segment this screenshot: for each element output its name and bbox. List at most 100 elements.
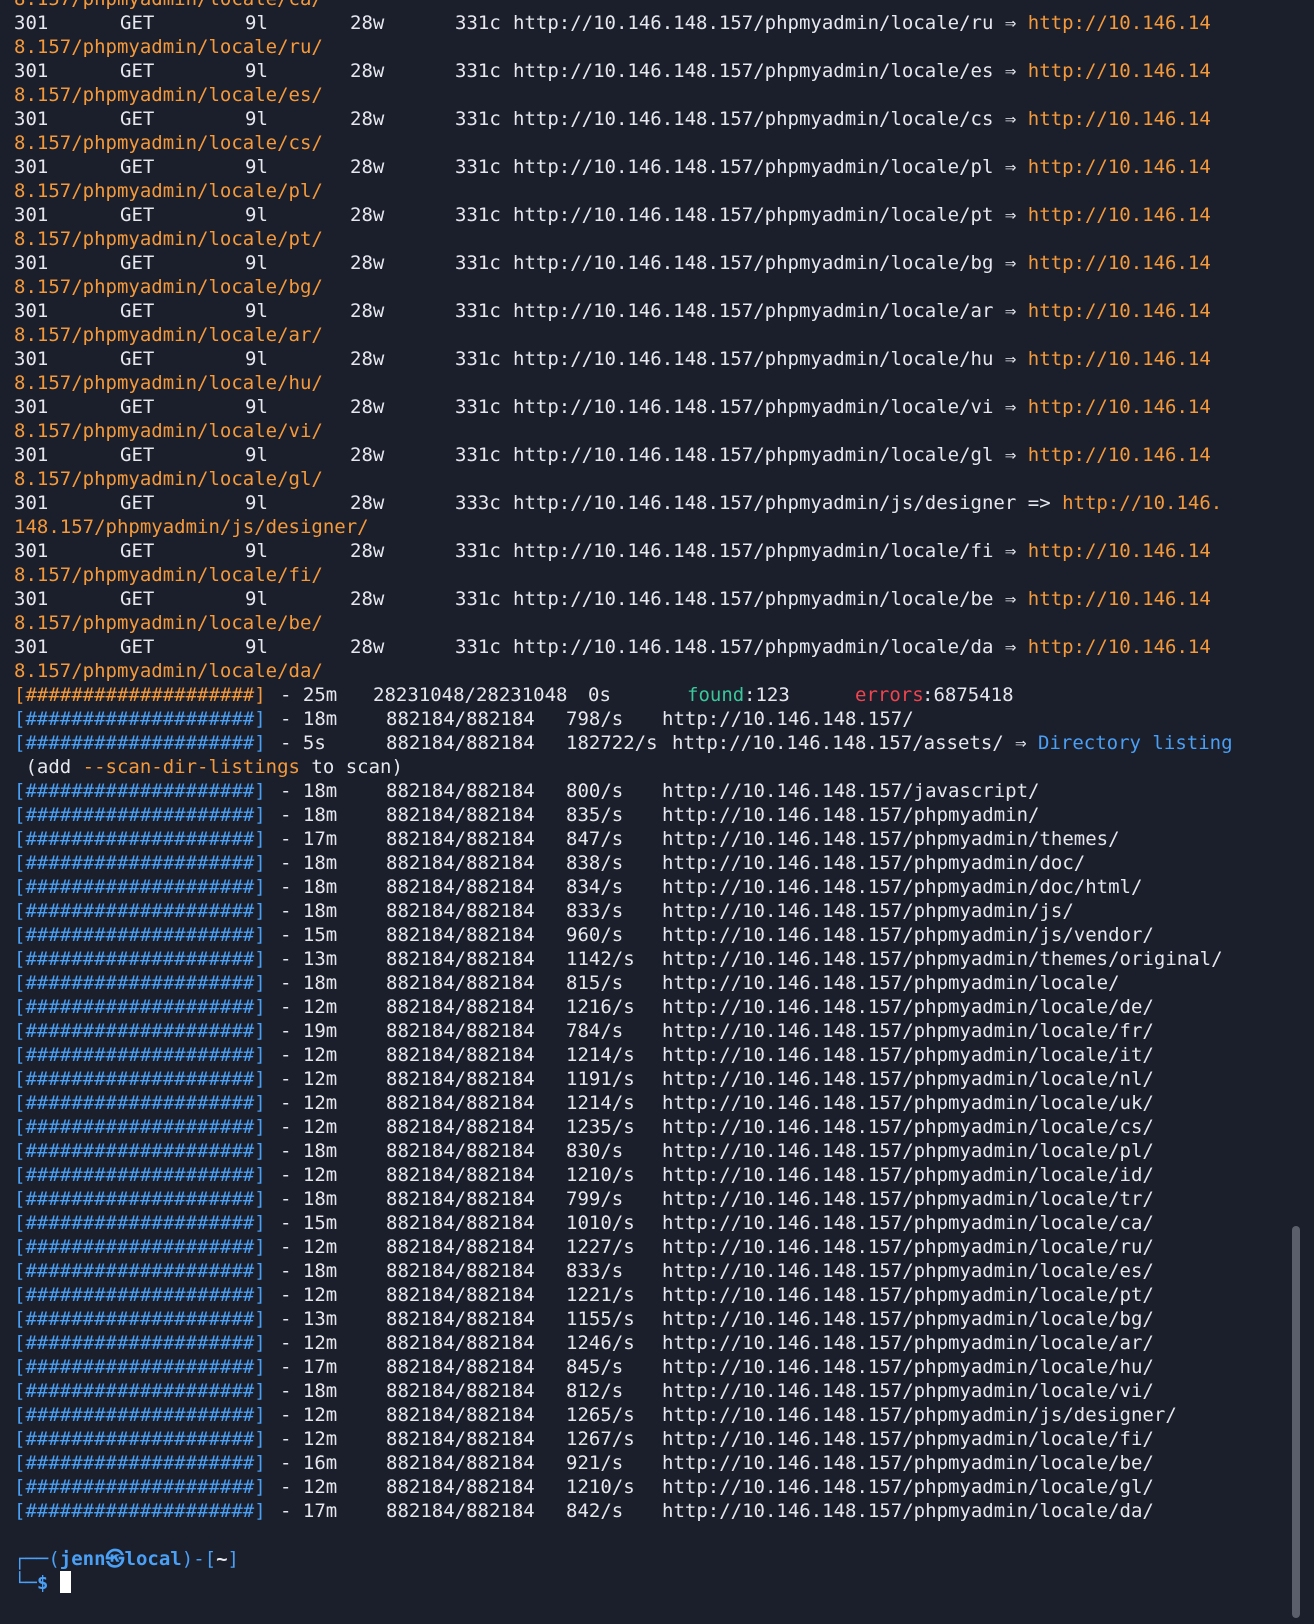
scan-url: http://10.146.148.157/phpmyadmin/locale/… (662, 1212, 1154, 1234)
progress-bar: [####################] (14, 804, 266, 826)
summary-row: [####################] - 25m 28231048/2823… (14, 683, 1300, 707)
progress-bar: [####################] (14, 1428, 266, 1450)
progress-count: 882184/882184 (386, 876, 535, 898)
redirect-target-tail: 8.157/phpmyadmin/locale/ar/ (14, 324, 323, 346)
request-url: http://10.146.148.157/phpmyadmin/locale/… (513, 444, 1211, 466)
word-count: 28w (350, 12, 385, 34)
scan-row: [####################] - 13m 882184/882184… (14, 1307, 1300, 1331)
http-method: GET (120, 108, 155, 130)
scan-row: [####################] - 12m 882184/882184… (14, 1163, 1300, 1187)
terminal-window[interactable]: 8.157/phpmyadmin/locale/ca/301 GET 9l 28w 33… (0, 0, 1300, 1624)
request-rate: 1235/s (566, 1116, 635, 1138)
char-count: 331c (455, 300, 501, 322)
progress-bar: [####################] (14, 1188, 266, 1210)
elapsed-time: - 12m (280, 1164, 338, 1186)
http-method: GET (120, 60, 155, 82)
scan-url: http://10.146.148.157/phpmyadmin/themes/ (662, 828, 1120, 850)
redirect-target-tail: 8.157/phpmyadmin/locale/ca/ (14, 0, 323, 10)
progress-bar: [####################] (14, 924, 266, 946)
progress-bar: [####################] (14, 1116, 266, 1138)
elapsed-time: - 18m (280, 972, 338, 994)
found-value: :123 (744, 684, 790, 706)
progress-count: 882184/882184 (386, 1020, 535, 1042)
scan-url: http://10.146.148.157/phpmyadmin/locale/… (662, 1284, 1154, 1306)
request-rate: 847/s (566, 828, 624, 850)
elapsed-time: - 16m (280, 1452, 338, 1474)
elapsed-time: - 12m (280, 996, 338, 1018)
elapsed-time: - 12m (280, 1332, 338, 1354)
prompt-host: local (124, 1548, 182, 1570)
request-rate: 815/s (566, 972, 624, 994)
scan-url: http://10.146.148.157/phpmyadmin/themes/… (662, 948, 1223, 970)
progress-bar: [####################] (14, 1476, 266, 1498)
progress-bar: [####################] (14, 1284, 266, 1306)
status-code: 301 (14, 252, 49, 274)
elapsed-time: - 13m (280, 948, 338, 970)
output-line: 8.157/phpmyadmin/locale/ca/ (14, 0, 1300, 11)
http-method: GET (120, 636, 155, 658)
redirect-row-wrap: 8.157/phpmyadmin/locale/ar/ (14, 323, 1300, 347)
redirect-row: 301 GET 9l 28w 331c http://10.146.148.157/php… (14, 203, 1300, 227)
scan-url: http://10.146.148.157/phpmyadmin/doc/ (662, 852, 1086, 874)
scan-url: http://10.146.148.157/phpmyadmin/locale/… (662, 996, 1154, 1018)
status-code: 301 (14, 204, 49, 226)
status-code: 301 (14, 396, 49, 418)
redirect-target: http://10.146.14 (1027, 60, 1211, 82)
progress-count: 882184/882184 (386, 1476, 535, 1498)
text-cursor[interactable] (59, 1571, 71, 1593)
redirect-target: http://10.146.14 (1027, 540, 1211, 562)
redirect-row: 301 GET 9l 28w 331c http://10.146.148.157/php… (14, 635, 1300, 659)
progress-bar: [####################] (14, 828, 266, 850)
prompt-corner: ┌──( (14, 1548, 60, 1570)
word-count: 28w (350, 444, 385, 466)
status-code: 301 (14, 540, 49, 562)
request-rate: 835/s (566, 804, 624, 826)
scan-url: http://10.146.148.157/phpmyadmin/locale/… (662, 1452, 1154, 1474)
scan-url: http://10.146.148.157/phpmyadmin/locale/… (662, 1308, 1154, 1330)
progress-bar: [####################] (14, 780, 266, 802)
word-count: 28w (350, 540, 385, 562)
request-rate: 800/s (566, 780, 624, 802)
request-rate: 1142/s (566, 948, 635, 970)
prompt-line: ┌──(jenn㉿local)-[~] (14, 1547, 1300, 1571)
request-rate: 1214/s (566, 1044, 635, 1066)
scrollbar[interactable] (1292, 1226, 1300, 1618)
request-rate: 833/s (566, 900, 624, 922)
progress-bar: [####################] (14, 1068, 266, 1090)
prompt-at: ㉿ (105, 1548, 125, 1570)
char-count: 333c (455, 492, 501, 514)
progress-bar: [####################] (14, 1164, 266, 1186)
redirect-target: http://10.146.14 (1027, 300, 1211, 322)
redirect-row: 301 GET 9l 28w 331c http://10.146.148.157/php… (14, 59, 1300, 83)
status-code: 301 (14, 348, 49, 370)
scan-row: [####################] - 18m 882184/882184… (14, 875, 1300, 899)
redirect-target: http://10.146.14 (1027, 396, 1211, 418)
hint-row: (add --scan-dir-listings to scan) (14, 755, 1300, 779)
word-count: 28w (350, 492, 385, 514)
word-count: 28w (350, 348, 385, 370)
scan-url: http://10.146.148.157/phpmyadmin/locale/… (662, 1332, 1154, 1354)
redirect-row: 301 GET 9l 28w 333c http://10.146.148.157/php… (14, 491, 1300, 515)
scan-row: [####################] - 5s 882184/882184 1… (14, 731, 1300, 755)
terminal-output: 8.157/phpmyadmin/locale/ca/301 GET 9l 28w 33… (14, 0, 1300, 1595)
redirect-target-tail: 8.157/phpmyadmin/locale/pl/ (14, 180, 323, 202)
word-count: 28w (350, 60, 385, 82)
scan-url: http://10.146.148.157/ (662, 708, 914, 730)
progress-bar: [####################] (14, 1092, 266, 1114)
request-url: http://10.146.148.157/phpmyadmin/locale/… (513, 540, 1211, 562)
redirect-target-tail: 8.157/phpmyadmin/locale/vi/ (14, 420, 323, 442)
scan-row: [####################] - 18m 882184/882184… (14, 803, 1300, 827)
progress-count: 882184/882184 (386, 1212, 535, 1234)
redirect-target-tail: 8.157/phpmyadmin/locale/hu/ (14, 372, 323, 394)
scan-url: http://10.146.148.157/phpmyadmin/locale/… (662, 1188, 1154, 1210)
redirect-target: http://10.146.14 (1027, 108, 1211, 130)
http-method: GET (120, 540, 155, 562)
char-count: 331c (455, 156, 501, 178)
elapsed-time: - 12m (280, 1428, 338, 1450)
line-count: 9l (245, 204, 268, 226)
progress-bar: [####################] (14, 972, 266, 994)
progress-count: 882184/882184 (386, 1044, 535, 1066)
redirect-row: 301 GET 9l 28w 331c http://10.146.148.157/php… (14, 395, 1300, 419)
http-method: GET (120, 492, 155, 514)
scan-row: [####################] - 13m 882184/882184… (14, 947, 1300, 971)
